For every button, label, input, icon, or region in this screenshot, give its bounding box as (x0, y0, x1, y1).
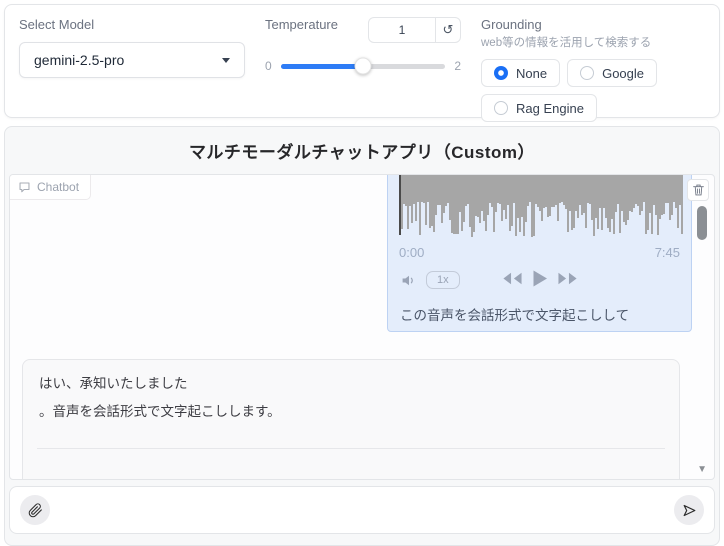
message-input-bar (9, 486, 715, 534)
message-text-input[interactable] (58, 487, 666, 533)
rewind-icon[interactable] (501, 271, 522, 286)
radio-option-google[interactable]: Google (567, 59, 657, 87)
bot-message-bubble: はい、承知いたしました 。音声を会話形式で文字起こしします。 (22, 359, 680, 479)
temperature-slider[interactable] (280, 57, 446, 75)
slider-handle[interactable] (354, 57, 372, 75)
temperature-section: Temperature 1 ↺ 0 2 (265, 15, 461, 103)
send-button[interactable] (674, 495, 704, 525)
model-section: Select Model gemini-2.5-pro (19, 15, 245, 103)
model-select[interactable]: gemini-2.5-pro (19, 42, 245, 78)
audio-duration: 7:45 (654, 245, 680, 260)
waveform-cursor (399, 175, 401, 235)
attach-file-button[interactable] (20, 495, 50, 525)
message-divider (37, 448, 665, 449)
slider-max-label: 2 (454, 59, 461, 73)
radio-circle-icon (580, 66, 595, 80)
playback-speed-button[interactable]: 1x (426, 271, 460, 289)
temperature-number-group: 1 ↺ (368, 17, 461, 43)
radio-circle-icon (494, 66, 508, 80)
page-title: マルチモーダルチャットアプリ（Custom） (188, 143, 536, 162)
temperature-label: Temperature (265, 17, 338, 32)
send-icon (683, 504, 695, 516)
user-message-text: この音声を会話形式で文字起こしして (400, 308, 630, 323)
grounding-radio-group: None Google Rag Engine (481, 59, 705, 122)
scroll-down-icon[interactable]: ▼ (697, 464, 707, 475)
play-icon[interactable] (531, 269, 548, 288)
page: Select Model gemini-2.5-pro Temperature … (0, 0, 724, 546)
chatbot-label: Chatbot (10, 175, 92, 200)
clear-chat-button[interactable] (687, 179, 709, 201)
audio-controls: 1x (388, 270, 691, 294)
radio-option-rag-engine[interactable]: Rag Engine (481, 94, 597, 122)
temperature-number-input[interactable]: 1 (369, 18, 436, 42)
model-select-value: gemini-2.5-pro (34, 52, 125, 68)
model-label: Select Model (19, 17, 95, 32)
radio-label: Rag Engine (516, 100, 584, 116)
reset-icon: ↺ (442, 22, 454, 37)
settings-panel: Select Model gemini-2.5-pro Temperature … (4, 4, 720, 122)
volume-icon[interactable] (401, 273, 417, 288)
bot-message-line1: はい、承知いたしました (39, 376, 188, 391)
grounding-label: Grounding (481, 17, 542, 32)
grounding-section: Grounding web等の情報を活用して検索する None Google R… (481, 15, 705, 122)
radio-label: Google (602, 65, 644, 81)
speech-bubble-icon (19, 182, 30, 192)
slider-min-label: 0 (265, 59, 272, 73)
chatbot-panel: Chatbot ▼ 0:00 7:45 1x この音声を会話形式で文字起こしして… (9, 174, 715, 480)
chevron-down-icon (222, 57, 230, 63)
radio-option-none[interactable]: None (481, 59, 561, 87)
trash-icon (692, 184, 704, 196)
radio-circle-icon (494, 101, 508, 115)
fast-forward-icon[interactable] (557, 271, 578, 286)
grounding-info: web等の情報を活用して検索する (481, 37, 652, 49)
paperclip-icon (28, 502, 42, 517)
slider-fill (280, 63, 363, 69)
app-panel: マルチモーダルチャットアプリ（Custom） Chatbot ▼ 0:00 7:… (4, 126, 720, 546)
audio-current-time: 0:00 (399, 245, 425, 260)
audio-time-row: 0:00 7:45 (388, 245, 691, 260)
user-message-bubble: 0:00 7:45 1x この音声を会話形式で文字起こしして (387, 175, 692, 332)
scrollbar-thumb[interactable] (697, 206, 707, 240)
temperature-reset-button[interactable]: ↺ (436, 18, 460, 42)
bot-message-line2: 。音声を会話形式で文字起こしします。 (39, 403, 281, 419)
radio-label: None (516, 65, 548, 81)
bot-message-text: はい、承知いたしました 。音声を会話形式で文字起こしします。 (23, 360, 679, 435)
audio-waveform[interactable] (399, 175, 683, 237)
chatbot-label-text: Chatbot (37, 180, 80, 194)
